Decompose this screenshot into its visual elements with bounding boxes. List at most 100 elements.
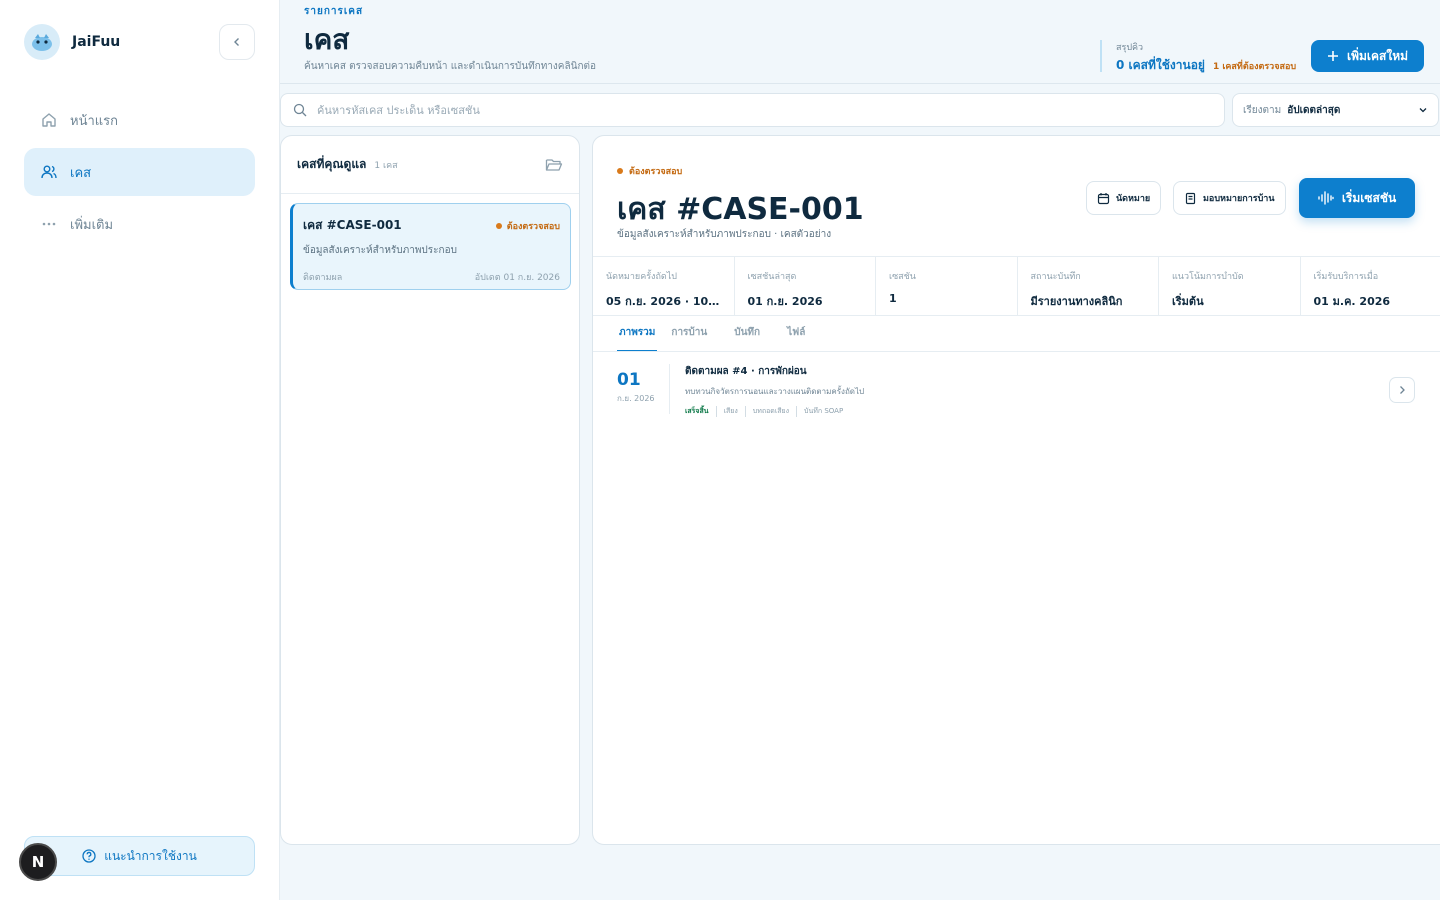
page-subtitle: ค้นหาเคส ตรวจสอบความคืบหน้า และดำเนินการ… — [304, 61, 597, 72]
stat-note-status: สถานะบันทึก มีรายงานทางคลินิก — [1018, 257, 1159, 315]
page-eyebrow: รายการเคส — [304, 6, 364, 17]
sidebar-nav: หน้าแรก เคส เพิ่มเติม — [24, 96, 255, 252]
search-bar[interactable] — [280, 93, 1225, 127]
stat-value: 1 — [889, 292, 897, 305]
summary-label: สรุปคิว — [1116, 43, 1144, 53]
case-phase: ติดตามผล — [303, 273, 343, 283]
session-list-item[interactable]: 01 ก.ย. 2026 ติดตามผล #4 · การพักผ่อน ทบ… — [617, 364, 1417, 417]
assign-homework-label: มอบหมายการบ้าน — [1203, 194, 1275, 204]
sort-select[interactable]: เรียงตาม อัปเดตล่าสุด — [1232, 93, 1439, 127]
stat-label: เซสชัน — [889, 272, 916, 282]
status-dot-icon — [617, 168, 623, 174]
stat-label: แนวโน้มการบำบัด — [1172, 272, 1244, 282]
detail-tabs: ภาพรวม การบ้าน บันทึก ไฟล์ — [617, 316, 832, 352]
sidebar-item-label: เคส — [70, 165, 92, 181]
sidebar-item-cases[interactable]: เคส — [24, 148, 255, 196]
search-icon — [293, 103, 307, 117]
notebook-icon — [1185, 192, 1196, 204]
collapse-sidebar-button[interactable] — [219, 24, 255, 60]
stat-value: เริ่มต้น — [1172, 295, 1204, 308]
tab-overview[interactable]: ภาพรวม — [617, 316, 658, 352]
calendar-icon — [1097, 192, 1110, 204]
plus-icon — [1327, 51, 1338, 61]
session-divider — [669, 364, 670, 414]
folder-open-icon[interactable] — [545, 157, 563, 173]
main-content: รายการเคส เคส ค้นหาเคส ตรวจสอบความคืบหน้… — [280, 0, 1440, 900]
tab-files[interactable]: ไฟล์ — [787, 316, 818, 352]
session-tag-status: เสร็จสิ้น — [685, 407, 709, 415]
sort-label: เรียงตาม — [1243, 104, 1282, 116]
add-case-label: เพิ่มเคสใหม่ — [1346, 48, 1409, 63]
chevron-left-icon — [234, 38, 239, 46]
case-detail-panel: ต้องตรวจสอบ เคส #CASE-001 ข้อมูลสังเคราะ… — [592, 135, 1440, 845]
help-guide-button[interactable]: แนะนำการใช้งาน — [24, 836, 255, 876]
page-header: รายการเคส เคส ค้นหาเคส ตรวจสอบความคืบหน้… — [280, 0, 1440, 84]
search-input[interactable] — [317, 103, 1197, 117]
tab-homework[interactable]: การบ้าน — [671, 316, 720, 352]
stat-label: นัดหมายครั้งถัดไป — [606, 272, 677, 282]
brand[interactable]: JaiFuu — [24, 24, 120, 60]
session-tag-soap: บันทึก SOAP — [796, 406, 850, 417]
case-updated: อัปเดต 01 ก.ย. 2026 — [474, 273, 560, 283]
session-tag-audio: เสียง — [715, 406, 745, 417]
case-list-title: เคสที่คุณดูแล — [297, 157, 367, 171]
start-session-button[interactable]: เริ่มเซสชัน — [1299, 178, 1415, 218]
tabs-divider — [593, 351, 1440, 352]
brand-name: JaiFuu — [72, 34, 121, 50]
session-description: ทบทวนกิจวัตรการนอนและวางแผนติดตามครั้งถั… — [685, 387, 865, 396]
session-body: ติดตามผล #4 · การพักผ่อน ทบทวนกิจวัตรการ… — [685, 364, 864, 417]
sidebar-item-home[interactable]: หน้าแรก — [24, 96, 255, 144]
session-tags: เสร็จสิ้น เสียง บทถอดเสียง บันทึก SOAP — [685, 406, 864, 417]
stat-label: สถานะบันทึก — [1030, 272, 1081, 282]
stat-label: เซสชันล่าสุด — [747, 272, 797, 282]
case-list-count: 1 เคส — [374, 160, 398, 171]
home-icon — [42, 113, 56, 127]
case-stats: นัดหมายครั้งถัดไป 05 ก.ย. 2026 · 10:00 น… — [593, 256, 1440, 316]
sort-value: อัปเดตล่าสุด — [1287, 104, 1341, 116]
help-guide-label: แนะนำการใช้งาน — [104, 848, 197, 863]
appointment-label: นัดหมาย — [1116, 194, 1151, 204]
status-label: ต้องตรวจสอบ — [506, 221, 560, 232]
review-cases-count[interactable]: 1 เคสที่ต้องตรวจสอบ — [1213, 59, 1296, 73]
sidebar-item-label: หน้าแรก — [70, 113, 118, 129]
session-day: 01 — [617, 370, 641, 390]
brand-logo-icon — [24, 24, 60, 60]
appointment-button[interactable]: นัดหมาย — [1086, 181, 1162, 215]
session-tag-transcript: บทถอดเสียง — [744, 406, 796, 417]
detail-title: เคส #CASE-001 — [617, 192, 864, 227]
case-list-panel: เคสที่คุณดูแล 1 เคส เคส #CASE-001 ต้องตร… — [280, 135, 580, 845]
stat-value: 01 ม.ค. 2026 — [1313, 295, 1391, 308]
case-description: ข้อมูลสังเคราะห์สำหรับภาพประกอบ — [303, 245, 457, 256]
stat-value: 05 ก.ย. 2026 · 10:00 น. — [606, 295, 721, 308]
case-list-item[interactable]: เคส #CASE-001 ต้องตรวจสอบ ข้อมูลสังเคราะ… — [290, 203, 571, 290]
stat-last-session: เซสชันล่าสุด 01 ก.ย. 2026 — [735, 257, 876, 315]
tab-notes[interactable]: บันทึก — [734, 316, 773, 352]
case-title: เคส #CASE-001 — [303, 218, 402, 232]
chevron-right-icon — [1400, 386, 1405, 394]
sidebar-item-label: เพิ่มเติม — [70, 217, 114, 233]
open-session-button[interactable] — [1389, 377, 1415, 403]
audio-wave-icon — [1318, 191, 1334, 205]
detail-status-badge: ต้องตรวจสอบ — [617, 164, 682, 178]
assign-homework-button[interactable]: มอบหมายการบ้าน — [1173, 181, 1286, 215]
case-list-header: เคสที่คุณดูแล 1 เคส — [281, 136, 579, 194]
add-case-button[interactable]: เพิ่มเคสใหม่ — [1311, 40, 1424, 72]
session-month: ก.ย. 2026 — [617, 394, 655, 403]
more-icon — [42, 222, 56, 226]
stat-start-date: เริ่มรับบริการเมื่อ 01 ม.ค. 2026 — [1301, 257, 1440, 315]
help-circle-icon — [82, 849, 96, 863]
n-badge-button[interactable]: N — [19, 843, 57, 881]
stat-session-count: เซสชัน 1 — [876, 257, 1018, 315]
session-title: ติดตามผล #4 · การพักผ่อน — [685, 366, 807, 377]
start-session-label: เริ่มเซสชัน — [1341, 190, 1397, 205]
session-date: 01 ก.ย. 2026 — [617, 370, 657, 405]
status-badge: ต้องตรวจสอบ — [495, 219, 560, 233]
detail-subtitle: ข้อมูลสังเคราะห์สำหรับภาพประกอบ · เคสตัว… — [617, 229, 832, 240]
detail-status-label: ต้องตรวจสอบ — [629, 167, 683, 177]
stat-therapy-trend: แนวโน้มการบำบัด เริ่มต้น — [1159, 257, 1301, 315]
sidebar: JaiFuu หน้าแรก เคส เพิ่มเติม แนะนำการใช้… — [0, 0, 280, 900]
page-title: เคส — [304, 23, 350, 56]
status-dot-icon — [495, 222, 502, 229]
stat-value: มีรายงานทางคลินิก — [1030, 295, 1123, 308]
sidebar-item-more[interactable]: เพิ่มเติม — [24, 200, 255, 248]
